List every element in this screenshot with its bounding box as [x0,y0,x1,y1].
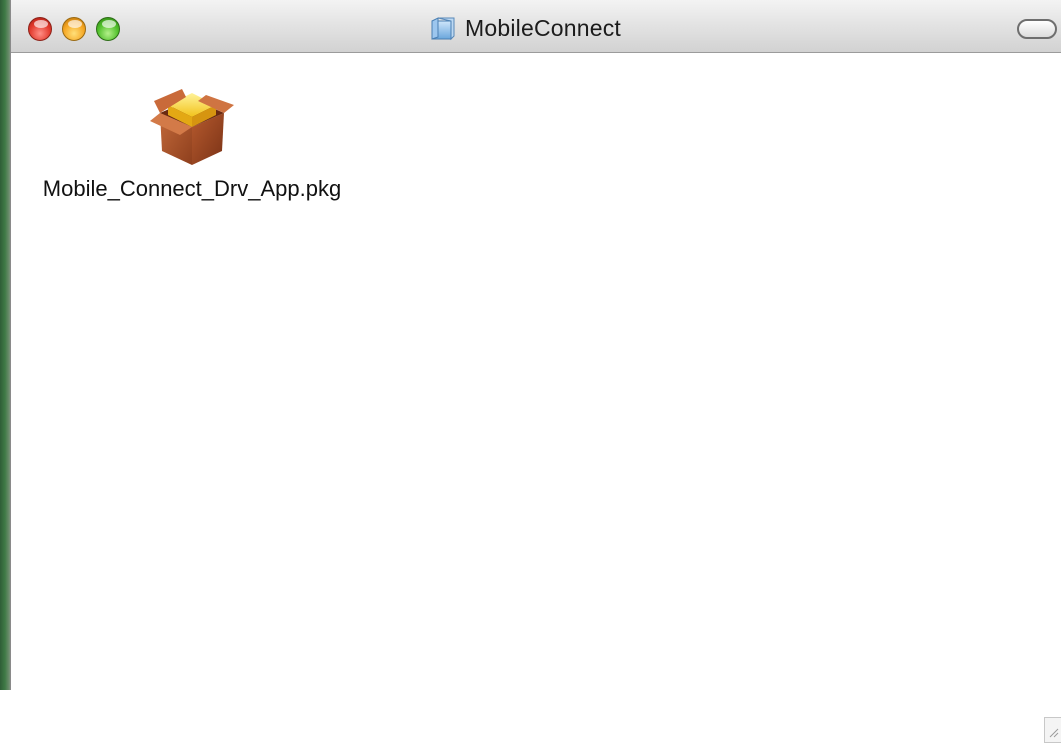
package-icon [142,71,242,171]
title-bar[interactable]: MobileConnect [11,0,1061,53]
finder-window: MobileConnect [10,0,1061,690]
close-button[interactable] [28,17,52,41]
file-item[interactable]: Mobile_Connect_Drv_App.pkg [27,71,357,203]
folder-content-area[interactable]: Mobile_Connect_Drv_App.pkg [11,53,1061,690]
zoom-button[interactable] [96,17,120,41]
resize-grip-icon[interactable] [1044,717,1061,743]
window-title: MobileConnect [465,15,621,42]
toolbar-toggle-button[interactable] [1017,19,1057,39]
minimize-button[interactable] [62,17,86,41]
folder-icon [429,15,456,42]
file-name-label: Mobile_Connect_Drv_App.pkg [27,175,357,203]
window-title-group: MobileConnect [429,12,621,44]
